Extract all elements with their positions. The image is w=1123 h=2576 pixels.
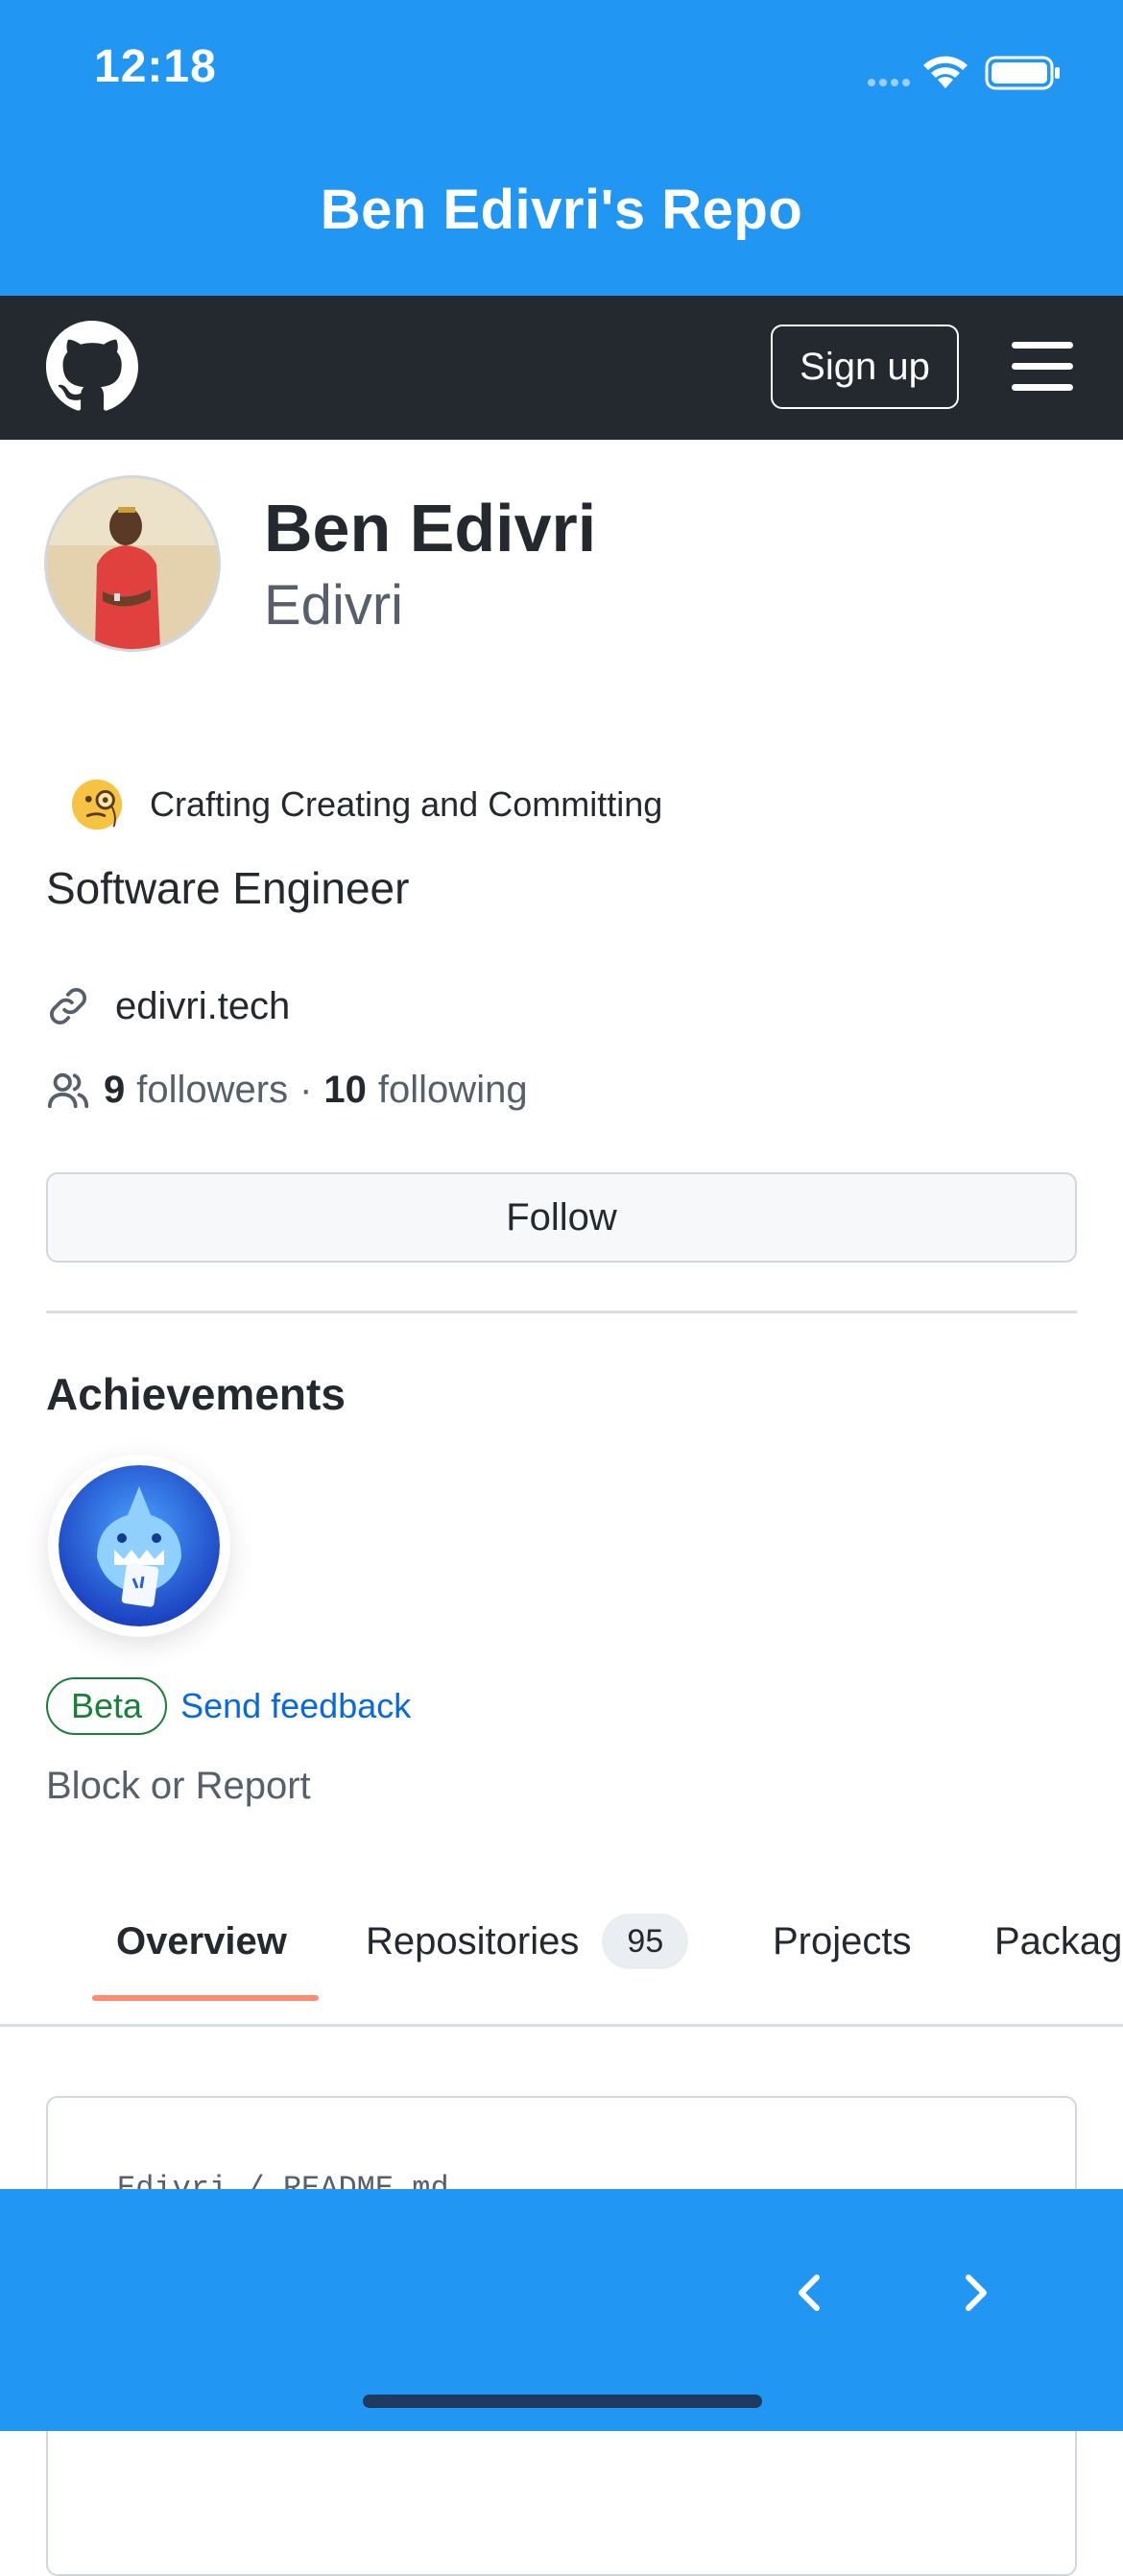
profile-tabs: Overview Repositories 95 Projects Packag…	[0, 1896, 1123, 2002]
website-text[interactable]: edivri.tech	[115, 985, 290, 1028]
sign-up-button[interactable]: Sign up	[771, 325, 959, 409]
people-icon	[47, 1072, 89, 1109]
active-tab-indicator	[92, 1995, 319, 2001]
tab-overview[interactable]: Overview	[116, 1908, 287, 1975]
github-navbar: Sign up	[0, 296, 1123, 440]
section-divider	[46, 1311, 1077, 1313]
send-feedback-link[interactable]: Send feedback	[180, 1686, 411, 1726]
monocle-emoji-icon	[71, 779, 123, 831]
following-count[interactable]: 10	[323, 1069, 367, 1112]
achievement-badge-icon	[59, 1465, 220, 1626]
following-label[interactable]: following	[378, 1069, 528, 1112]
status-icons	[868, 56, 1060, 90]
battery-icon	[985, 56, 1060, 90]
status-text: Crafting Creating and Committing	[150, 784, 663, 824]
block-or-report-link[interactable]: Block or Report	[46, 1765, 311, 1808]
website-link[interactable]: edivri.tech	[46, 984, 290, 1028]
followers-count[interactable]: 9	[104, 1069, 125, 1112]
profile-login: Edivri	[264, 574, 404, 637]
tab-label: Packages	[994, 1919, 1123, 1962]
repositories-count: 95	[602, 1914, 689, 1969]
chevron-left-icon[interactable]	[782, 2264, 840, 2322]
link-icon	[49, 987, 87, 1025]
profile-bio: Software Engineer	[46, 863, 410, 913]
status-time: 12:18	[94, 41, 217, 92]
tab-projects[interactable]: Projects	[773, 1908, 912, 1975]
avatar-photo	[47, 478, 218, 649]
profile-name: Ben Edivri	[264, 491, 597, 566]
followers-label[interactable]: followers	[136, 1069, 288, 1112]
app-header: 12:18 Ben Edivri's Repo	[0, 0, 1123, 296]
tab-label: Overview	[116, 1919, 287, 1962]
avatar	[44, 475, 221, 652]
beta-feedback-row: Beta Send feedback	[46, 1677, 411, 1735]
menu-icon[interactable]	[1012, 342, 1073, 392]
tab-repositories[interactable]: Repositories 95	[366, 1908, 689, 1975]
beta-label: Beta	[46, 1677, 168, 1735]
user-status: Crafting Creating and Committing	[69, 776, 662, 833]
tab-label: Projects	[773, 1919, 912, 1962]
signal-icon	[868, 79, 910, 86]
achievement-badge[interactable]	[48, 1455, 230, 1637]
follow-button[interactable]: Follow	[46, 1172, 1077, 1263]
chevron-right-icon[interactable]	[945, 2264, 1003, 2322]
home-indicator[interactable]	[363, 2395, 762, 2408]
wifi-icon	[923, 56, 968, 88]
tabs-divider	[0, 2024, 1123, 2027]
tab-label: Repositories	[366, 1919, 580, 1962]
tab-packages[interactable]: Packages	[994, 1908, 1123, 1975]
achievements-title: Achievements	[46, 1369, 346, 1419]
follow-stats: 9 followers · 10 following	[46, 1068, 528, 1112]
app-title: Ben Edivri's Repo	[320, 179, 803, 241]
github-logo-icon[interactable]	[46, 321, 138, 413]
follow-separator: ·	[299, 1068, 313, 1111]
